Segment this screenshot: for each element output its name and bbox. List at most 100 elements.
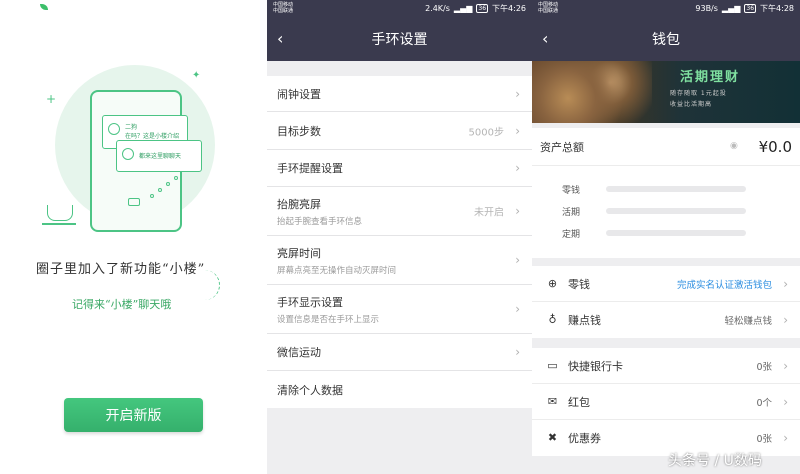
clock: 下午4:26 [492, 3, 526, 13]
item-label: 零钱 [568, 277, 590, 291]
wallet-group-1: ⊕ 零钱 完成实名认证激活钱包 › ♁ 赚点钱 轻松赚点钱 › [532, 266, 800, 338]
item-label: 快捷银行卡 [568, 359, 623, 373]
page-title: 手环设置 [371, 31, 428, 48]
avatar-icon [122, 148, 134, 160]
chevron-right-icon: › [783, 358, 788, 373]
chevron-right-icon: › [515, 161, 520, 175]
chevron-right-icon: › [515, 302, 520, 316]
sparkle-icon: ✦ [192, 70, 201, 81]
card-message: 在吗？这是小楼介绍 [125, 133, 180, 140]
intro-headline: 圈子里加入了新功能“小楼” [36, 262, 206, 277]
back-arrow-icon[interactable]: ‹ [542, 29, 548, 48]
page-title: 钱包 [652, 31, 680, 48]
chevron-right-icon: › [783, 313, 788, 327]
wallet-panel: 中国移动 中国联通 93B/s ▂▄▆ 36 下午4:28 ‹ 钱包 活期理财 随… [532, 0, 800, 474]
wallet-item-change[interactable]: ⊕ 零钱 完成实名认证激活钱包 › [532, 266, 800, 302]
leaf-logo-icon [40, 4, 48, 10]
signal-icon: ▂▄▆ [721, 3, 741, 13]
item-description: 设置信息是否在手环上显示 [277, 314, 380, 325]
plus-decor-icon: + [46, 92, 57, 106]
battery-level: 36 [476, 3, 489, 13]
nav-bar: ‹ 手环设置 [267, 16, 532, 61]
assets-label: 资产总额 [540, 140, 584, 154]
battery-level: 36 [744, 3, 757, 13]
activate-wallet-link[interactable]: 完成实名认证激活钱包 [677, 277, 772, 291]
item-label: 优惠券 [568, 432, 601, 445]
asset-placeholder-bar [606, 208, 746, 214]
coffee-cup-icon [42, 205, 76, 225]
item-value: 轻松赚点钱 [724, 316, 772, 327]
band-settings-panel: 中国移动 中国联通 2.4K/s ▂▄▆ 36 下午4:26 ‹ 手环设置 闹钟设… [267, 0, 532, 474]
money-bag-icon: ♁ [548, 313, 557, 326]
assets-amount: ¥0.0 [758, 138, 792, 156]
carrier-2: 中国联通 [538, 8, 559, 14]
item-label: 闹钟设置 [277, 87, 321, 101]
nav-bar: ‹ 钱包 [532, 16, 800, 61]
banner-line-1: 随存随取 1元起投 [670, 90, 727, 97]
item-description: 屏幕点亮至无操作自动灭屏时间 [277, 265, 397, 276]
settings-item-step-goal[interactable]: 目标步数 5000步 › [267, 112, 532, 150]
chevron-right-icon: › [515, 123, 520, 138]
settings-item-reminders[interactable]: 手环提醒设置 › [267, 150, 532, 187]
asset-placeholder-bar [606, 230, 746, 236]
item-value: 0个 [756, 397, 772, 409]
asset-placeholder-bar [606, 186, 746, 192]
settings-item-wechat-sport[interactable]: 微信运动 › [267, 334, 532, 371]
settings-list: 闹钟设置 › 目标步数 5000步 › 手环提醒设置 › 抬腕亮屏 抬起手腕查看… [267, 76, 532, 408]
watermark: 头条号 / U数码 [668, 453, 762, 469]
settings-item-clear-data[interactable]: 清除个人数据 [267, 371, 532, 408]
asset-row-label: 活期 [562, 208, 581, 218]
signal-icon: ▂▄▆ [453, 3, 473, 13]
network-speed: 93B/s [695, 3, 718, 13]
status-bar: 中国移动 中国联通 2.4K/s ▂▄▆ 36 下午4:26 [267, 0, 532, 16]
wallet-item-bank-card[interactable]: ▭ 快捷银行卡 0张 › [532, 348, 800, 384]
banner-title: 活期理财 [680, 70, 741, 85]
assets-card: 资产总额 ◉ ¥0.0 零钱 活期 定期 [532, 128, 800, 258]
asset-row-label: 定期 [562, 230, 581, 240]
banner-line-2: 收益比活期高 [670, 101, 713, 108]
back-arrow-icon[interactable]: ‹ [277, 29, 283, 48]
settings-item-display[interactable]: 手环显示设置 设置信息是否在手环上显示 › [267, 285, 532, 334]
item-label: 微信运动 [277, 346, 321, 359]
item-value: 未开启 [474, 207, 504, 219]
item-value: 0张 [756, 434, 772, 445]
item-value: 0张 [756, 361, 772, 373]
item-label: 清除个人数据 [277, 383, 343, 397]
settings-item-raise-to-wake[interactable]: 抬腕亮屏 抬起手腕查看手环信息 未开启 › [267, 187, 532, 236]
start-new-version-button[interactable]: 开启新版 [64, 398, 203, 432]
red-packet-icon: ✉ [547, 395, 558, 408]
carrier-2: 中国联通 [273, 8, 294, 14]
card-message: 都来这里聊聊天 [139, 153, 182, 160]
network-speed: 2.4K/s [425, 3, 450, 13]
plus-circle-icon: ⊕ [547, 277, 558, 290]
item-value: 5000步 [468, 127, 504, 138]
asset-row-label: 零钱 [562, 186, 581, 196]
savings-banner[interactable]: 活期理财 随存随取 1元起投 收益比活期高 [532, 61, 800, 123]
item-label: 手环提醒设置 [277, 162, 343, 175]
coupon-icon: ✖ [547, 431, 558, 444]
settings-item-screen-time[interactable]: 亮屏时间 屏幕点亮至无操作自动灭屏时间 › [267, 236, 532, 285]
item-label: 赚点钱 [568, 314, 601, 327]
chat-card: 都来这里聊聊天 [116, 140, 202, 172]
assets-header: 资产总额 ◉ ¥0.0 [532, 128, 800, 166]
intro-panel: + ✦ 二狗 在吗？这是小楼介绍 都来这里聊聊天 圈子里加入了新功能“小楼” 记得… [0, 0, 267, 474]
chevron-right-icon: › [515, 86, 520, 101]
avatar-icon [108, 123, 120, 135]
chevron-right-icon: › [783, 431, 788, 445]
intro-subline: 记得来“小楼”聊天哦 [72, 298, 172, 311]
item-label: 手环显示设置 [277, 295, 343, 309]
chevron-right-icon: › [515, 253, 520, 267]
status-bar: 中国移动 中国联通 93B/s ▂▄▆ 36 下午4:28 [532, 0, 800, 16]
dots-decor-icon [150, 176, 180, 200]
chevron-right-icon: › [515, 204, 520, 218]
card-icon: ▭ [547, 359, 558, 372]
item-label: 红包 [568, 395, 590, 409]
screenshot-collage: + ✦ 二狗 在吗？这是小楼介绍 都来这里聊聊天 圈子里加入了新功能“小楼” 记得… [0, 0, 800, 474]
item-label: 亮屏时间 [277, 246, 321, 260]
settings-item-alarm[interactable]: 闹钟设置 › [267, 76, 532, 112]
chevron-right-icon: › [783, 276, 788, 291]
clock: 下午4:28 [760, 3, 794, 13]
eye-toggle-icon[interactable]: ◉ [730, 141, 738, 151]
wallet-item-red-packet[interactable]: ✉ 红包 0个 › [532, 384, 800, 420]
wallet-item-earn[interactable]: ♁ 赚点钱 轻松赚点钱 › [532, 302, 800, 338]
